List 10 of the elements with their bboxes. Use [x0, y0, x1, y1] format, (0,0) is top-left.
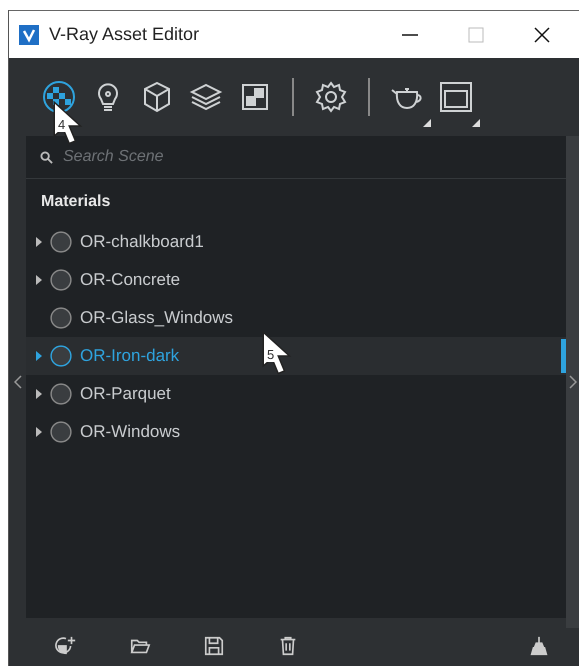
material-item[interactable]: OR-Parquet [26, 375, 566, 413]
window-title: V-Ray Asset Editor [49, 24, 200, 45]
search-field[interactable]: Search Scene [61, 135, 566, 179]
section-heading: Materials [40, 192, 112, 212]
callout-number: 4 [57, 118, 66, 132]
callout-number: 5 [266, 348, 276, 362]
material-item[interactable]: OR-Windows [26, 413, 566, 451]
material-item[interactable]: OR-Glass_Windows [26, 299, 566, 337]
material-item[interactable]: OR-Concrete [26, 261, 566, 299]
material-item[interactable]: OR-chalkboard1 [26, 223, 566, 261]
